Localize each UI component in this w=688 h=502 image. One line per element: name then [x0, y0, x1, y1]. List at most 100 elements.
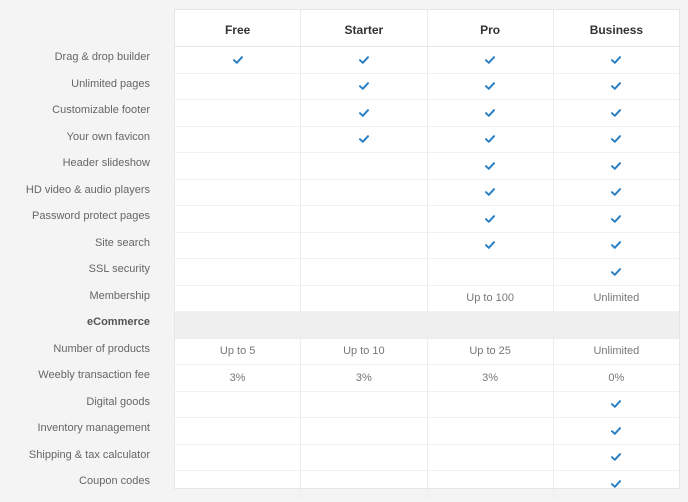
feature-value [300, 471, 426, 497]
feature-label: Weebly transaction fee [38, 369, 150, 381]
feature-label: Password protect pages [31, 210, 150, 222]
check-icon [552, 100, 679, 126]
feature-value [300, 153, 426, 179]
check-icon [552, 206, 679, 232]
feature-value [175, 100, 300, 126]
feature-row: 3% 3% 3% 0% [175, 365, 679, 392]
feature-value: 3% [229, 371, 246, 384]
feature-row [175, 418, 679, 445]
feature-labels: Drag & drop builder Unlimited pages Custom… [0, 44, 150, 495]
feature-value [426, 259, 553, 285]
feature-value [300, 232, 426, 258]
feature-value: Up to 100 [426, 285, 553, 311]
feature-value [175, 74, 300, 100]
feature-value [175, 127, 300, 153]
feature-label: Membership [89, 289, 150, 302]
check-icon [552, 47, 679, 73]
check-icon [552, 471, 679, 497]
feature-label: Coupon codes [79, 475, 150, 487]
feature-label: Drag & drop builder [54, 51, 150, 63]
feature-row [175, 100, 679, 127]
check-icon [426, 153, 553, 179]
feature-value [300, 418, 426, 444]
check-icon [300, 100, 426, 126]
feature-value [300, 444, 426, 470]
check-icon [552, 232, 679, 258]
feature-row: Up to 100 Unlimited [175, 285, 679, 312]
feature-label: Digital goods [86, 395, 150, 408]
feature-value [427, 312, 553, 338]
feature-row [175, 259, 679, 286]
check-icon [426, 232, 553, 258]
feature-value [175, 180, 300, 206]
feature-value [300, 285, 426, 311]
feature-value [300, 259, 426, 285]
check-icon [552, 418, 679, 444]
feature-label: HD video & audio players [25, 183, 150, 196]
pricing-table: Free Starter Pro Business Up to 100 Unlimite… [174, 9, 680, 498]
feature-value [426, 471, 553, 497]
feature-value [175, 259, 300, 285]
feature-label: Site search [94, 236, 150, 249]
feature-value: 3% [300, 365, 426, 391]
plan-header-pro: Pro [426, 10, 553, 46]
check-icon [175, 47, 300, 73]
feature-value: Unlimited [552, 338, 679, 364]
check-icon [300, 126, 426, 152]
feature-value [175, 233, 300, 259]
section-label: eCommerce [87, 316, 150, 328]
feature-label: Shipping & tax calculator [28, 448, 150, 461]
check-icon [426, 126, 553, 152]
feature-rows: Up to 100 Unlimited Up to 5 Up to 10 Up to 2… [175, 47, 679, 498]
feature-row [175, 153, 679, 180]
feature-value [175, 445, 300, 471]
plan-header-business: Business [552, 10, 679, 46]
feature-value [426, 444, 553, 470]
feature-value [553, 312, 679, 338]
feature-label: Header slideshow [62, 157, 150, 169]
feature-row [175, 471, 679, 498]
feature-label: SSL security [88, 263, 150, 275]
check-icon [552, 126, 679, 152]
feature-value [175, 471, 300, 497]
plan-header-row: Free Starter Pro Business [175, 10, 679, 47]
feature-value [300, 312, 426, 338]
feature-label: Customizable footer [52, 104, 150, 116]
feature-row: Up to 5 Up to 10 Up to 25 Unlimited [175, 338, 679, 365]
feature-value [175, 418, 300, 444]
section-row [175, 312, 679, 339]
feature-value: Unlimited [552, 285, 679, 311]
feature-row [175, 126, 679, 153]
feature-row [175, 232, 679, 259]
check-icon [426, 47, 553, 73]
feature-value [175, 153, 300, 179]
feature-label: Number of products [53, 342, 150, 355]
feature-value: Up to 5 [219, 345, 256, 358]
check-icon [426, 179, 553, 205]
check-icon [552, 153, 679, 179]
feature-value [175, 392, 300, 418]
feature-value [175, 206, 300, 232]
feature-row [175, 73, 679, 100]
feature-label: Unlimited pages [71, 77, 150, 90]
check-icon [426, 100, 553, 126]
check-icon [552, 259, 679, 285]
feature-value: Up to 10 [300, 338, 426, 364]
feature-row [175, 206, 679, 233]
plan-header-starter: Starter [300, 10, 426, 46]
check-icon [552, 391, 679, 417]
feature-row [175, 47, 679, 74]
check-icon [426, 206, 553, 232]
check-icon [552, 444, 679, 470]
feature-value [300, 391, 426, 417]
feature-value [426, 391, 553, 417]
feature-row [175, 179, 679, 206]
check-icon [426, 73, 553, 99]
feature-value [175, 312, 300, 338]
feature-value [300, 206, 426, 232]
feature-label: Inventory management [37, 422, 150, 434]
feature-label: Your own favicon [66, 130, 150, 143]
check-icon [552, 73, 679, 99]
feature-value [426, 418, 553, 444]
feature-value: Up to 25 [426, 338, 553, 364]
